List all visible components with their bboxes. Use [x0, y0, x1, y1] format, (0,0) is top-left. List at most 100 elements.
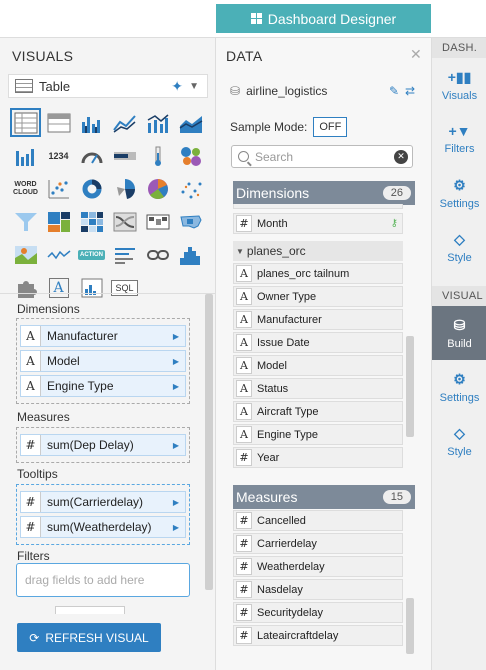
- shelf-pill[interactable]: # sum(Weatherdelay) ▶: [20, 516, 186, 538]
- sql-visual-icon[interactable]: SQL: [109, 273, 140, 302]
- measures-shelf-label: Measures: [17, 410, 70, 424]
- gauge-visual-icon[interactable]: [76, 141, 107, 170]
- correlation-flow-visual-icon[interactable]: [109, 207, 140, 236]
- dataset-icon: ⛁: [230, 84, 241, 98]
- text-type-icon: A: [236, 357, 252, 374]
- rail-build-button[interactable]: ⛁ Build: [432, 306, 486, 360]
- field-row[interactable]: # Cancelled: [233, 510, 403, 531]
- crosstab-visual-icon[interactable]: [43, 108, 74, 137]
- dashboard-designer-button[interactable]: Dashboard Designer: [216, 4, 431, 33]
- shelf-pill[interactable]: A Engine Type ▶: [20, 375, 186, 397]
- rail-dash-settings-button[interactable]: ⚙ Settings: [432, 166, 486, 220]
- caret-right-icon[interactable]: ▶: [173, 357, 179, 366]
- shuffle-icon[interactable]: ⇄: [405, 84, 415, 98]
- edit-pencil-icon[interactable]: ✎: [389, 84, 399, 98]
- refresh-visual-label: REFRESH VISUAL: [45, 630, 149, 645]
- packed-bubbles-visual-icon[interactable]: [175, 141, 206, 170]
- rail-filters-button[interactable]: +▼ Filters: [432, 112, 486, 166]
- radial-visual-icon[interactable]: [109, 174, 140, 203]
- rail-visual-settings-button[interactable]: ⚙ Settings: [432, 360, 486, 414]
- donut-visual-icon[interactable]: [76, 174, 107, 203]
- field-row[interactable]: A Engine Type: [233, 424, 403, 445]
- treemap-visual-icon[interactable]: [43, 207, 74, 236]
- map-boxes-visual-icon[interactable]: [142, 207, 173, 236]
- field-row[interactable]: # Carrierdelay: [233, 533, 403, 554]
- field-row[interactable]: A Model: [233, 355, 403, 376]
- collapsed-shelf-tab[interactable]: [55, 606, 125, 614]
- field-row-month[interactable]: # Month ⚷: [233, 213, 403, 234]
- dimensions-shelf[interactable]: A Manufacturer ▶ A Model ▶ A Engine Type ▶: [16, 318, 190, 404]
- chevron-down-icon[interactable]: ▼: [189, 81, 199, 92]
- extension-puzzle-visual-icon[interactable]: [10, 273, 41, 302]
- field-row[interactable]: # Year: [233, 447, 403, 468]
- filters-drop-zone[interactable]: drag fields to add here: [16, 563, 190, 597]
- sparkline-visual-icon[interactable]: [43, 240, 74, 269]
- histogram-visual-icon[interactable]: [175, 240, 206, 269]
- field-row[interactable]: Aplanes_orc tailnum: [233, 263, 403, 284]
- shelf-pill[interactable]: # sum(Dep Delay) ▶: [20, 434, 186, 456]
- caret-right-icon[interactable]: ▶: [173, 441, 179, 450]
- shelf-pill[interactable]: A Manufacturer ▶: [20, 325, 186, 347]
- field-row[interactable]: A Manufacturer: [233, 309, 403, 330]
- image-gallery-visual-icon[interactable]: [76, 273, 107, 302]
- caret-right-icon[interactable]: ▶: [173, 382, 179, 391]
- area-visual-icon[interactable]: [175, 108, 206, 137]
- text-type-icon: A: [236, 426, 252, 443]
- caret-right-icon[interactable]: ▶: [173, 332, 179, 341]
- choropleth-us-visual-icon[interactable]: [175, 207, 206, 236]
- sparkle-icon[interactable]: ✦: [171, 78, 183, 95]
- dimensions-header[interactable]: Dimensions 26: [233, 181, 415, 205]
- visual-section-label: VISUAL: [432, 286, 486, 306]
- measures-header[interactable]: Measures 15: [233, 485, 415, 509]
- bar-visual-icon[interactable]: [10, 141, 41, 170]
- bullet-visual-icon[interactable]: [109, 141, 140, 170]
- kpi-visual-icon[interactable]: 1234: [43, 141, 74, 170]
- link-chain-visual-icon[interactable]: [142, 240, 173, 269]
- field-row[interactable]: A Owner Type: [233, 286, 403, 307]
- tooltips-shelf[interactable]: # sum(Carrierdelay) ▶ # sum(Weatherdelay) ▶: [16, 484, 190, 545]
- rail-visuals-button[interactable]: +▮▮ Visuals: [432, 58, 486, 112]
- refresh-visual-button[interactable]: ⟳ REFRESH VISUAL: [17, 623, 161, 652]
- field-row[interactable]: # Securitydelay: [233, 602, 403, 623]
- rail-dash-style-button[interactable]: ◇ Style: [432, 220, 486, 274]
- measures-shelf[interactable]: # sum(Dep Delay) ▶: [16, 427, 190, 463]
- field-row[interactable]: # Nasdelay: [233, 579, 403, 600]
- caret-right-icon[interactable]: ▶: [173, 498, 179, 507]
- thermometer-visual-icon[interactable]: [142, 141, 173, 170]
- field-row[interactable]: A Status: [233, 378, 403, 399]
- field-row[interactable]: # Lateaircraftdelay: [233, 625, 403, 646]
- text-visual-icon[interactable]: A: [43, 273, 74, 302]
- field-row[interactable]: # Weatherdelay: [233, 556, 403, 577]
- scatter-visual-icon[interactable]: [43, 174, 74, 203]
- measures-scrollbar[interactable]: [406, 598, 414, 654]
- caret-right-icon[interactable]: ▶: [173, 523, 179, 532]
- pie-visual-icon[interactable]: [142, 174, 173, 203]
- grouped-bar-visual-icon[interactable]: [76, 108, 107, 137]
- line-visual-icon[interactable]: [109, 108, 140, 137]
- rail-visual-style-button[interactable]: ◇ Style: [432, 414, 486, 468]
- tooltips-shelf-label: Tooltips: [17, 467, 58, 481]
- field-row[interactable]: A Issue Date: [233, 332, 403, 353]
- field-row[interactable]: A Aircraft Type: [233, 401, 403, 422]
- text-type-icon: A: [236, 334, 252, 351]
- clear-search-icon[interactable]: ✕: [394, 149, 408, 164]
- action-visual-icon[interactable]: ACTION: [76, 240, 107, 269]
- dimensions-scrollbar[interactable]: [406, 336, 414, 437]
- network-visual-icon[interactable]: [175, 174, 206, 203]
- funnel-visual-icon[interactable]: [10, 207, 41, 236]
- interactive-map-visual-icon[interactable]: [10, 240, 41, 269]
- search-input[interactable]: Search ✕: [231, 145, 413, 168]
- shelf-pill[interactable]: # sum(Carrierdelay) ▶: [20, 491, 186, 513]
- sample-mode-toggle[interactable]: OFF: [313, 117, 348, 137]
- rich-text-visual-icon[interactable]: [109, 240, 140, 269]
- word-cloud-visual-icon[interactable]: WORD CLOUD: [10, 174, 41, 203]
- table-visual-icon[interactable]: [10, 108, 41, 137]
- heatmap-visual-icon[interactable]: [76, 207, 107, 236]
- shelf-pill[interactable]: A Model ▶: [20, 350, 186, 372]
- combo-bar-line-visual-icon[interactable]: [142, 108, 173, 137]
- close-icon[interactable]: ✕: [410, 46, 422, 63]
- visual-type-select[interactable]: Table ✦ ▼: [8, 74, 208, 98]
- planes-orc-group[interactable]: ▼ planes_orc: [233, 241, 403, 261]
- visuals-scrollbar[interactable]: [205, 294, 213, 590]
- filters-shelf-label: Filters: [17, 549, 50, 563]
